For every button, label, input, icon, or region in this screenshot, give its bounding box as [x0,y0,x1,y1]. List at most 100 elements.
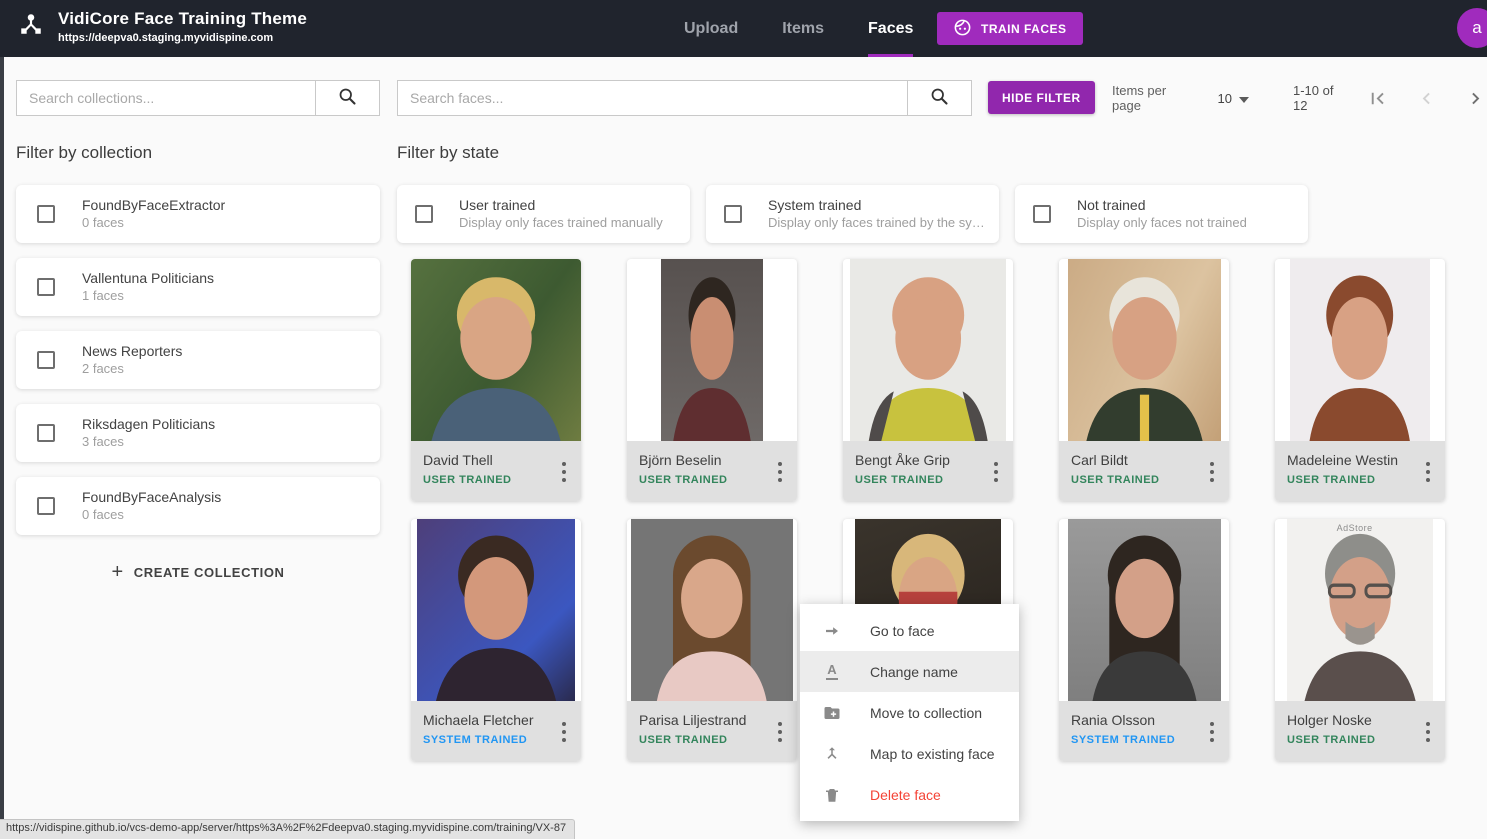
collection-card[interactable]: FoundByFaceExtractor 0 faces [16,185,380,243]
chevron-left-icon[interactable] [1415,87,1438,110]
collection-card[interactable]: News Reporters 2 faces [16,331,380,389]
search-collections-button[interactable] [315,81,379,115]
face-status-badge: USER TRAINED [639,474,785,486]
hide-filter-button[interactable]: HIDE FILTER [988,81,1095,114]
merge-arrow-icon [820,745,844,763]
kebab-vertical-icon[interactable] [1417,459,1439,485]
face-card[interactable]: Parisa Liljestrand USER TRAINED [627,519,797,761]
face-status-badge: USER TRAINED [855,474,1001,486]
user-avatar[interactable]: a [1457,8,1487,48]
face-card[interactable]: David Thell USER TRAINED [411,259,581,501]
face-card[interactable]: Michaela Fletcher SYSTEM TRAINED [411,519,581,761]
menu-item-move-to-collection[interactable]: Move to collection [800,692,1019,733]
state-description: Display only faces not trained [1077,215,1247,232]
status-bar-url: https://vidispine.github.io/vcs-demo-app… [0,819,575,839]
kebab-vertical-icon[interactable] [985,459,1007,485]
collection-card[interactable]: Riksdagen Politicians 3 faces [16,404,380,462]
state-checkbox[interactable] [724,205,742,223]
state-card-user-trained[interactable]: User trained Display only faces trained … [397,185,690,243]
kebab-vertical-icon[interactable] [769,459,791,485]
search-faces-box [397,80,972,116]
items-per-page-select[interactable]: 10 [1218,91,1249,106]
folder-plus-icon [820,704,844,722]
face-status-badge: SYSTEM TRAINED [1071,734,1217,746]
collection-name: FoundByFaceAnalysis [82,489,221,507]
face-context-menu: Go to face A Change name Move to collect… [800,604,1019,821]
state-name: Not trained [1077,196,1247,214]
nav-tab-items[interactable]: Items [782,0,824,57]
collection-count: 3 faces [82,434,215,450]
face-name: Carl Bildt [1071,452,1217,468]
face-name: Parisa Liljestrand [639,712,785,728]
kebab-vertical-icon[interactable] [1201,719,1223,745]
photo-caption-text: AdStore [1337,523,1373,533]
face-photo: AdStore [1287,519,1433,701]
face-photo [1068,519,1221,701]
state-card-system-trained[interactable]: System trained Display only faces traine… [706,185,999,243]
face-name: David Thell [423,452,569,468]
collection-checkbox[interactable] [37,205,55,223]
collection-name: Vallentuna Politicians [82,270,214,288]
collection-count: 2 faces [82,361,182,377]
chevron-right-icon[interactable] [1464,87,1487,110]
collection-card[interactable]: Vallentuna Politicians 1 faces [16,258,380,316]
first-page-icon[interactable] [1366,87,1389,110]
app-title: VidiCore Face Training Theme [58,9,307,29]
search-collections-box [16,80,380,116]
collection-card[interactable]: FoundByFaceAnalysis 0 faces [16,477,380,535]
menu-item-delete-face[interactable]: Delete face [800,774,1019,815]
collection-count: 1 faces [82,288,214,304]
face-photo [1290,259,1429,441]
brand: VidiCore Face Training Theme https://dee… [18,9,307,44]
avatar-letter: a [1472,18,1481,38]
trash-icon [820,786,844,804]
menu-item-map-to-existing-face[interactable]: Map to existing face [800,733,1019,774]
state-card-not-trained[interactable]: Not trained Display only faces not train… [1015,185,1308,243]
face-card[interactable]: Madeleine Westin USER TRAINED [1275,259,1445,501]
device-hub-icon [18,11,44,42]
collection-count: 0 faces [82,215,225,231]
window-edge [0,57,4,819]
nav-tab-faces[interactable]: Faces [868,0,913,57]
face-status-badge: USER TRAINED [423,474,569,486]
collection-checkbox[interactable] [37,424,55,442]
face-card-footer: Michaela Fletcher SYSTEM TRAINED [411,701,581,761]
filter-by-collection-panel: Filter by collection FoundByFaceExtracto… [16,143,380,583]
collection-checkbox[interactable] [37,351,55,369]
pagination-bar: Items per page 10 1-10 of 12 [1112,80,1487,116]
menu-item-go-to-face[interactable]: Go to face [800,610,1019,651]
face-card[interactable]: Bengt Åke Grip USER TRAINED [843,259,1013,501]
kebab-vertical-icon[interactable] [1417,719,1439,745]
train-faces-button[interactable]: TRAIN FACES [937,12,1083,45]
kebab-vertical-icon[interactable] [553,719,575,745]
collection-count: 0 faces [82,507,221,523]
kebab-vertical-icon[interactable] [769,719,791,745]
face-card[interactable]: AdStore Holger Noske USER TRAINED [1275,519,1445,761]
filter-by-state-heading: Filter by state [397,143,1460,163]
face-name: Bengt Åke Grip [855,452,1001,468]
collection-checkbox[interactable] [37,497,55,515]
state-checkbox[interactable] [1033,205,1051,223]
search-faces-button[interactable] [907,81,971,115]
state-checkbox[interactable] [415,205,433,223]
face-card[interactable]: Carl Bildt USER TRAINED [1059,259,1229,501]
search-faces-input[interactable] [398,81,907,115]
face-card[interactable]: Björn Beselin USER TRAINED [627,259,797,501]
search-collections-input[interactable] [17,81,315,115]
app-url: https://deepva0.staging.myvidispine.com [58,32,307,44]
face-card[interactable]: Rania Olsson SYSTEM TRAINED [1059,519,1229,761]
face-name: Holger Noske [1287,712,1433,728]
menu-item-change-name[interactable]: A Change name [800,651,1019,692]
kebab-vertical-icon[interactable] [553,459,575,485]
main-nav: Upload Items Faces [684,0,913,57]
kebab-vertical-icon[interactable] [1201,459,1223,485]
collection-checkbox[interactable] [37,278,55,296]
face-status-badge: USER TRAINED [639,734,785,746]
state-description: Display only faces trained by the syst..… [768,215,989,232]
create-collection-button[interactable]: + CREATE COLLECTION [105,561,290,583]
nav-tab-upload[interactable]: Upload [684,0,738,57]
collection-name: FoundByFaceExtractor [82,197,225,215]
menu-item-label: Change name [870,664,958,680]
face-status-badge: USER TRAINED [1287,734,1433,746]
caret-down-icon [1239,91,1249,106]
